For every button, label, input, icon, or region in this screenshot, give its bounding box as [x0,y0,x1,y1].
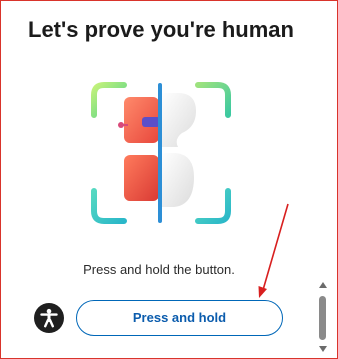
scrollbar-thumb[interactable] [319,296,326,340]
puzzle-scan-illustration-icon [91,82,231,224]
press-and-hold-button[interactable]: Press and hold [76,300,283,336]
instruction-text: Press and hold the button. [83,262,235,277]
accessibility-button[interactable] [34,303,64,333]
page-title: Let's prove you're human [28,17,294,42]
scroll-down-arrow-icon[interactable] [319,346,327,352]
accessibility-person-icon [40,308,58,328]
scrollbar[interactable] [315,276,331,356]
scroll-up-arrow-icon[interactable] [319,282,327,288]
captcha-dialog: Let's prove you're human Press and hold … [0,0,338,359]
